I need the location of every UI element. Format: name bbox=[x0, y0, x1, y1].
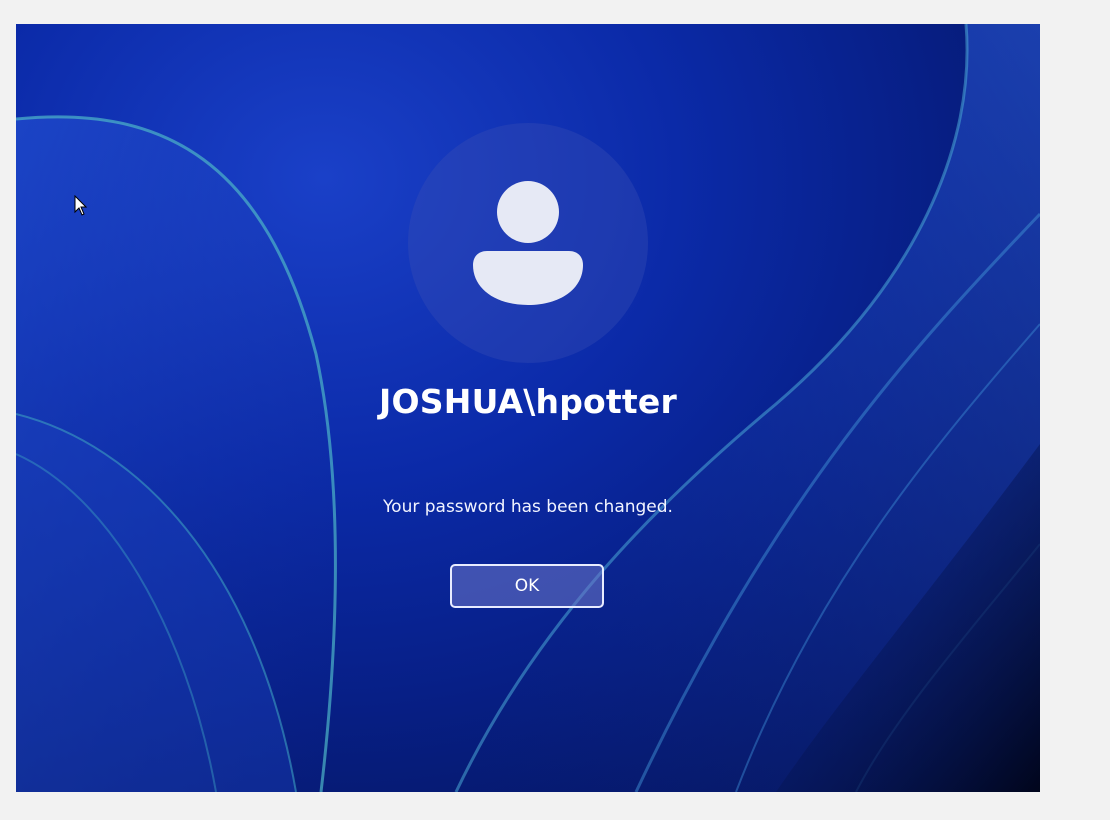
user-avatar bbox=[408, 123, 648, 363]
ok-button[interactable]: OK bbox=[450, 564, 604, 608]
status-message: Your password has been changed. bbox=[383, 497, 673, 517]
user-silhouette-icon bbox=[473, 181, 583, 305]
lock-screen: JOSHUA\hpotter Your password has been ch… bbox=[16, 24, 1040, 792]
account-username: JOSHUA\hpotter bbox=[379, 382, 677, 421]
mouse-pointer-icon bbox=[74, 195, 88, 216]
